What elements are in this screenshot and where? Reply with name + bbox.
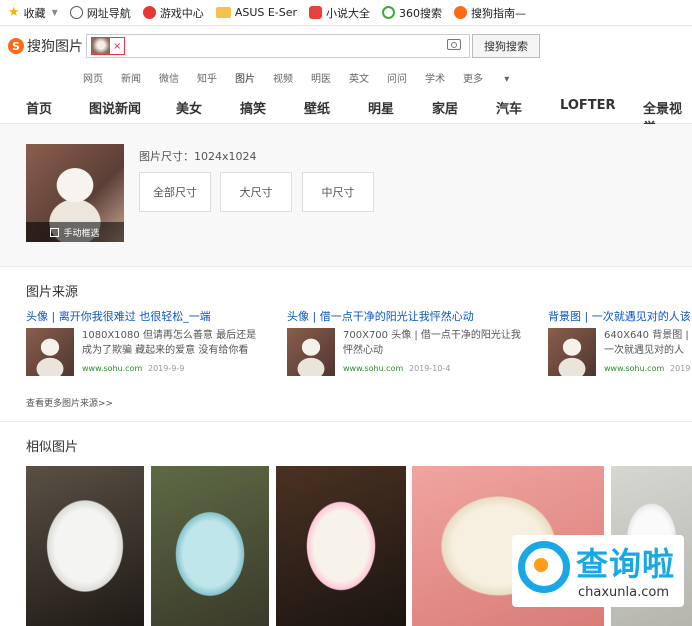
- watermark-logo: 查询啦 chaxunla.com: [512, 535, 684, 607]
- tab-images[interactable]: 图片: [235, 70, 255, 85]
- source-thumbnail[interactable]: [26, 328, 74, 376]
- 360-icon: [382, 6, 396, 19]
- bookmark-label: 小说大全: [326, 6, 371, 20]
- star-icon: ★: [8, 5, 20, 20]
- bookmark-sogou-guide[interactable]: 搜狗指南—: [454, 5, 526, 21]
- chevron-down-icon: ▼: [51, 8, 58, 17]
- tab-news[interactable]: 新闻: [121, 70, 141, 85]
- source-site[interactable]: www.sohu.com: [82, 364, 142, 373]
- tab-medical[interactable]: 明医: [311, 70, 331, 85]
- similar-image[interactable]: [276, 466, 406, 626]
- vertical-tabs: 网页 新闻 微信 知乎 图片 视频 明医 英文 问问 学术 更多 ▾: [0, 66, 692, 88]
- tab-wechat[interactable]: 微信: [159, 70, 179, 85]
- watermark-url: chaxunla.com: [578, 585, 669, 600]
- globe-icon: [69, 6, 83, 19]
- watermark-text: 查询啦: [576, 545, 676, 583]
- sogou-icon: [454, 6, 468, 19]
- category-celebrity[interactable]: 明星: [368, 98, 394, 117]
- bookmark-label: 网址导航: [86, 6, 131, 20]
- crop-label: 手动框选: [63, 228, 100, 239]
- size-all-button[interactable]: 全部尺寸: [139, 172, 211, 212]
- category-home[interactable]: 首页: [26, 98, 52, 117]
- tab-english[interactable]: 英文: [349, 70, 369, 85]
- divider: [0, 421, 692, 422]
- similar-image[interactable]: [26, 466, 144, 626]
- similar-image[interactable]: [151, 466, 269, 626]
- bookmark-360[interactable]: 360搜索: [382, 5, 442, 21]
- bookmark-label: 搜狗指南—: [471, 6, 527, 20]
- bookmark-asus[interactable]: ASUS E-Ser: [215, 6, 298, 19]
- search-button[interactable]: 搜狗搜索: [472, 34, 540, 58]
- tab-video[interactable]: 视频: [273, 70, 293, 85]
- image-size-label: 图片尺寸：1024x1024: [139, 150, 257, 163]
- bookmark-novels[interactable]: 小说大全: [309, 5, 370, 21]
- source-site[interactable]: www.sohu.com: [343, 364, 403, 373]
- source-description: 700X700 头像 | 借一点干净的阳光让我怦然心动: [343, 330, 521, 356]
- bookmark-bar: ★ 收藏 ▼ 网址导航 游戏中心 ASUS E-Ser 小说大全 360搜索 搜…: [0, 0, 692, 26]
- sogou-logo-icon: S: [8, 38, 24, 54]
- sources-title: 图片来源: [26, 285, 79, 300]
- chevron-down-icon: ▾: [504, 73, 510, 85]
- category-lofter[interactable]: LOFTER: [560, 98, 616, 113]
- tab-zhihu[interactable]: 知乎: [197, 70, 217, 85]
- category-beauty[interactable]: 美女: [176, 98, 202, 117]
- similar-title: 相似图片: [26, 440, 79, 455]
- logo-text: 搜狗图片: [27, 39, 83, 55]
- bookmark-label: 收藏: [23, 6, 46, 20]
- category-photo-news[interactable]: 图说新闻: [89, 98, 141, 117]
- source-description: 640X640 背景图 | 一次就遇见对的人该多好: [604, 330, 689, 356]
- source-description: 1080X1080 但请再怎么善意 最后还是成为了欺骗 藏起来的爱意 没有给你看: [82, 330, 257, 356]
- query-image-thumbnail: [92, 38, 110, 54]
- source-title-link[interactable]: 头像 | 借一点干净的阳光让我怦然心动: [287, 308, 474, 324]
- divider: [0, 266, 692, 267]
- category-cars[interactable]: 汽车: [496, 98, 522, 117]
- size-medium-button[interactable]: 中尺寸: [302, 172, 374, 212]
- bookmark-label: 360搜索: [399, 6, 443, 20]
- folder-icon: [215, 7, 231, 18]
- query-image-chip[interactable]: ×: [91, 37, 125, 55]
- category-wallpaper[interactable]: 壁纸: [304, 98, 330, 117]
- source-thumbnail[interactable]: [287, 328, 335, 376]
- category-home-decor[interactable]: 家居: [432, 98, 458, 117]
- bookmark-label: 游戏中心: [159, 6, 204, 20]
- close-icon[interactable]: ×: [113, 41, 121, 52]
- bookmark-label: ASUS E-Ser: [234, 6, 298, 19]
- source-site[interactable]: www.sohu.com: [604, 364, 664, 373]
- source-date: 2019-10-4: [409, 364, 451, 373]
- source-date: 2019: [670, 364, 691, 373]
- query-section: 手动框选 图片尺寸：1024x1024 全部尺寸 大尺寸 中尺寸: [0, 124, 692, 266]
- camera-icon[interactable]: [447, 39, 461, 50]
- query-image[interactable]: 手动框选: [26, 144, 124, 242]
- bookmark-nav[interactable]: 网址导航: [69, 5, 131, 21]
- bookmark-games[interactable]: 游戏中心: [142, 5, 204, 21]
- source-date: 2019-9-9: [148, 364, 185, 373]
- search-input[interactable]: ×: [86, 34, 470, 58]
- search-icon: [518, 541, 570, 593]
- tab-more-label: 更多: [463, 73, 483, 85]
- source-title-link[interactable]: 背景图 | 一次就遇见对的人该: [548, 308, 692, 324]
- search-header: S 搜狗图片 × 搜狗搜索: [0, 26, 692, 66]
- size-large-button[interactable]: 大尺寸: [220, 172, 292, 212]
- tab-wenwen[interactable]: 问问: [387, 70, 407, 85]
- tab-web[interactable]: 网页: [83, 70, 103, 85]
- category-nav: 首页 图说新闻 美女 搞笑 壁纸 明星 家居 汽车 LOFTER 全景视觉: [0, 88, 692, 136]
- sogou-logo[interactable]: S 搜狗图片: [8, 36, 86, 56]
- bookmark-favorites[interactable]: ★ 收藏 ▼: [8, 5, 58, 21]
- novel-icon: [309, 6, 323, 19]
- more-sources-link[interactable]: 查看更多图片来源>>: [26, 396, 113, 409]
- crop-icon: [50, 227, 60, 237]
- manual-crop-button[interactable]: 手动框选: [26, 222, 124, 242]
- tab-scholar[interactable]: 学术: [425, 70, 445, 85]
- source-title-link[interactable]: 头像 | 离开你我很难过 也很轻松_一端: [26, 308, 211, 324]
- category-funny[interactable]: 搞笑: [240, 98, 266, 117]
- game-icon: [142, 6, 156, 19]
- tab-more[interactable]: 更多 ▾: [463, 70, 527, 85]
- source-thumbnail[interactable]: [548, 328, 596, 376]
